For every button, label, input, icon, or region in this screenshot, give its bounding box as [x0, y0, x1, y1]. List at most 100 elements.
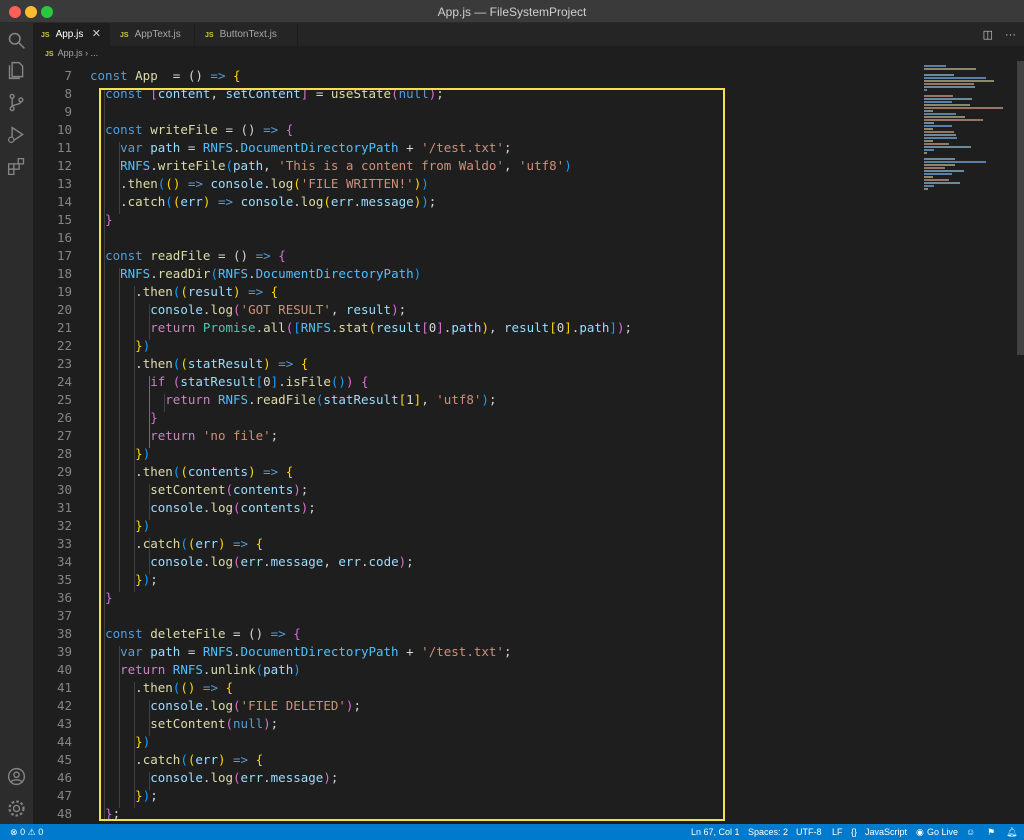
line-number: 8: [64, 86, 72, 101]
status-bar: ⊗ 0 ⚠ 0 Ln 67, Col 1 Spaces: 2 UTF-8 LF …: [0, 824, 1024, 840]
highlight-selection-box: [99, 88, 725, 821]
line-number: 43: [56, 716, 72, 731]
minimap-line: [924, 86, 975, 88]
minimap-line: [924, 128, 933, 130]
line-number: 19: [56, 284, 72, 299]
minimap-line: [924, 80, 995, 82]
window-title: App.js — FileSystemProject: [437, 5, 587, 19]
minimap-line: [924, 152, 928, 154]
minimap-line: [924, 176, 933, 178]
source-control-icon[interactable]: [6, 92, 27, 113]
minimap-line: [924, 101, 952, 103]
minimap-line: [924, 74, 954, 76]
line-number: 24: [56, 374, 72, 389]
minimap-line: [924, 161, 986, 163]
code-editor[interactable]: 7 const App = () => {8 const [content, se…: [33, 61, 920, 824]
line-number: 48: [56, 806, 72, 821]
language-mode[interactable]: JavaScript: [865, 824, 907, 840]
line-number: 17: [56, 248, 72, 263]
line-number: 30: [56, 482, 72, 497]
tab-label: App.js: [55, 29, 84, 40]
line-number: 44: [56, 734, 72, 749]
line-number: 39: [56, 644, 72, 659]
line-number: 20: [56, 302, 72, 317]
minimap-line: [924, 179, 950, 181]
javascript-file-icon: JS: [120, 32, 129, 39]
extensions-icon[interactable]: [6, 156, 27, 177]
vertical-scrollbar[interactable]: [1016, 61, 1024, 824]
minimap[interactable]: [920, 61, 1016, 824]
scrollbar-thumb[interactable]: [1017, 61, 1024, 355]
minimap-line: [924, 98, 973, 100]
javascript-file-icon: JS: [45, 51, 54, 58]
minimap-line: [924, 164, 955, 166]
tab-label: ButtonText.js: [219, 29, 277, 40]
line-number: 29: [56, 464, 72, 479]
line-number: 31: [56, 500, 72, 515]
minimap-line: [924, 110, 933, 112]
minimap-line: [924, 188, 929, 190]
code-text: const App = () => {: [90, 68, 241, 83]
files-icon[interactable]: [6, 60, 27, 81]
editor-tabs: JS App.js ✕ JS AppText.js JS ButtonText.js …: [33, 23, 1024, 46]
copilot-icon[interactable]: ☺: [966, 824, 975, 840]
line-number: 28: [56, 446, 72, 461]
minimap-line: [924, 107, 1004, 109]
minimap-line: [924, 182, 961, 184]
settings-gear-icon[interactable]: [6, 798, 27, 819]
minimap-line: [924, 122, 934, 124]
minimap-line: [924, 185, 934, 187]
line-number: 21: [56, 320, 72, 335]
tab-apptext-js[interactable]: JS AppText.js: [110, 23, 195, 46]
breadcrumb: JS App.js › ...: [33, 46, 1024, 61]
minimap-line: [924, 119, 984, 121]
notifications-bell-icon[interactable]: 🔔︎: [1006, 824, 1017, 840]
line-number: 25: [56, 392, 72, 407]
line-number: 45: [56, 752, 72, 767]
close-icon[interactable]: ✕: [92, 23, 101, 46]
encoding[interactable]: UTF-8: [796, 824, 822, 840]
minimap-line: [924, 158, 955, 160]
line-number: 32: [56, 518, 72, 533]
minimap-line: [924, 89, 928, 91]
split-editor-icon[interactable]: ◫: [983, 29, 993, 41]
line-number: 26: [56, 410, 72, 425]
breadcrumb-rest[interactable]: › ...: [85, 48, 98, 58]
minimap-line: [924, 95, 953, 97]
minimap-line: [924, 104, 971, 106]
warning-icon: ⚠: [27, 827, 36, 837]
minimap-line: [924, 68, 976, 70]
code-line[interactable]: 7 const App = () => {: [33, 67, 920, 85]
minimap-line: [924, 143, 950, 145]
minimap-line: [924, 140, 933, 142]
line-number: 41: [56, 680, 72, 695]
problems-indicator[interactable]: ⊗ 0 ⚠ 0: [10, 824, 43, 840]
line-number: 16: [56, 230, 72, 245]
minimap-line: [924, 173, 952, 175]
line-number: 47: [56, 788, 72, 803]
minimap-line: [924, 65, 946, 67]
breadcrumb-file[interactable]: App.js: [58, 48, 83, 58]
line-number: 36: [56, 590, 72, 605]
go-live-button[interactable]: Go Live: [927, 824, 958, 840]
indentation[interactable]: Spaces: 2: [748, 824, 788, 840]
editor-actions: ◫ ···: [971, 28, 1016, 41]
line-number: 9: [64, 104, 72, 119]
line-number: 11: [56, 140, 72, 155]
line-number: 7: [64, 68, 72, 83]
feedback-icon[interactable]: ⚑: [987, 824, 995, 840]
run-debug-icon[interactable]: [6, 124, 27, 145]
search-icon[interactable]: [6, 30, 27, 51]
braces-icon: {}: [851, 827, 858, 837]
end-of-line[interactable]: LF: [832, 824, 843, 840]
more-actions-icon[interactable]: ···: [1005, 29, 1016, 41]
line-number: 34: [56, 554, 72, 569]
minimap-line: [924, 125, 952, 127]
minimap-line: [924, 170, 964, 172]
account-icon[interactable]: [6, 766, 27, 787]
tab-app-js[interactable]: JS App.js ✕: [33, 23, 110, 46]
tab-buttontext-js[interactable]: JS ButtonText.js: [195, 23, 298, 46]
warning-count: 0: [38, 827, 44, 837]
line-number: 46: [56, 770, 72, 785]
cursor-position[interactable]: Ln 67, Col 1: [691, 824, 740, 840]
